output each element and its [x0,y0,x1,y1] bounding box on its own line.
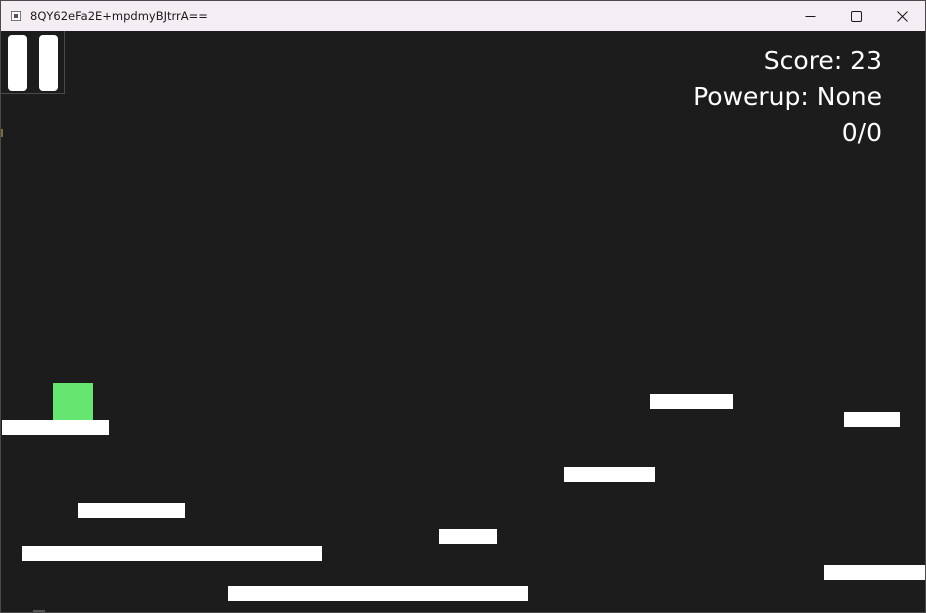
game-canvas[interactable]: Score: 23 Powerup: None 0/0 [1,31,925,612]
bottom-marker [33,610,45,612]
pause-icon [39,35,58,91]
maximize-icon [850,10,862,22]
window-controls [787,1,925,31]
platform [824,565,925,580]
platform [564,467,655,482]
platform [844,412,900,427]
hud: Score: 23 Powerup: None 0/0 [693,43,882,151]
game-window: 8QY62eFa2E+mpdmyBJtrrA== Score: 23 Power… [0,0,926,613]
edge-marker [1,129,3,137]
window-title: 8QY62eFa2E+mpdmyBJtrrA== [30,9,208,23]
pause-icon [8,35,27,91]
counter-text: 0/0 [841,118,882,147]
player-block [53,383,93,422]
title-bar[interactable]: 8QY62eFa2E+mpdmyBJtrrA== [1,1,925,31]
score-text: Score: 23 [763,46,882,75]
app-icon [11,11,21,21]
pause-button[interactable] [1,31,65,94]
platform [650,394,733,409]
platform [22,546,322,561]
minimize-icon [805,15,815,17]
minimize-button[interactable] [787,1,833,31]
close-icon [896,10,908,22]
maximize-button[interactable] [833,1,879,31]
platform [439,529,497,544]
platform [228,586,528,601]
platform [78,503,185,518]
close-button[interactable] [879,1,925,31]
powerup-text: Powerup: None [693,82,882,111]
platform [2,420,109,435]
